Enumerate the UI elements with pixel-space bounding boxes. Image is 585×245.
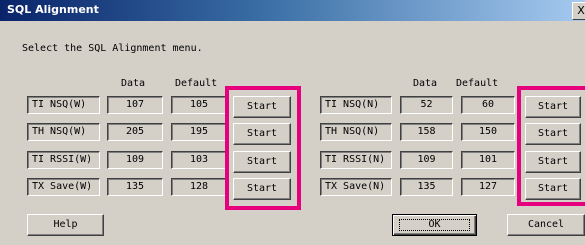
- row-label: TX Save(W): [27, 178, 100, 196]
- start-buttons-highlight-left: [225, 86, 301, 210]
- data-value: 109: [107, 151, 163, 169]
- row-label: TI RSSI(N): [320, 151, 392, 169]
- close-button[interactable]: X: [572, 2, 585, 20]
- default-value: 150: [461, 123, 515, 141]
- right-data-header: Data: [413, 78, 438, 89]
- default-value: 128: [171, 178, 227, 196]
- close-icon: X: [577, 4, 585, 17]
- default-value: 195: [171, 123, 227, 141]
- default-value: 103: [171, 151, 227, 169]
- ok-button[interactable]: OK: [392, 214, 477, 236]
- focus-rectangle: [399, 219, 470, 231]
- row-label: TI RSSI(W): [27, 151, 100, 169]
- row-label: TH NSQ(W): [27, 123, 100, 141]
- cancel-button[interactable]: Cancel: [507, 214, 585, 236]
- row-label: TX Save(N): [320, 178, 392, 196]
- default-value: 101: [461, 151, 515, 169]
- data-value: 109: [400, 151, 453, 169]
- left-default-header: Default: [175, 78, 218, 89]
- row-label: TI NSQ(N): [320, 96, 392, 114]
- data-value: 52: [400, 96, 453, 114]
- row-label: TI NSQ(W): [27, 96, 100, 114]
- data-value: 135: [400, 178, 453, 196]
- data-value: 205: [107, 123, 163, 141]
- data-value: 107: [107, 96, 163, 114]
- default-value: 105: [171, 96, 227, 114]
- right-default-header: Default: [456, 78, 499, 89]
- start-buttons-highlight-right: [517, 86, 585, 206]
- data-value: 158: [400, 123, 453, 141]
- left-data-header: Data: [121, 78, 146, 89]
- window-title: SQL Alignment: [7, 3, 99, 16]
- row-label: TH NSQ(N): [320, 123, 392, 141]
- instruction-text: Select the SQL Alignment menu.: [22, 43, 203, 54]
- title-bar: SQL Alignment: [0, 0, 585, 21]
- default-value: 127: [461, 178, 515, 196]
- data-value: 135: [107, 178, 163, 196]
- default-value: 60: [461, 96, 515, 114]
- help-button[interactable]: Help: [27, 214, 104, 236]
